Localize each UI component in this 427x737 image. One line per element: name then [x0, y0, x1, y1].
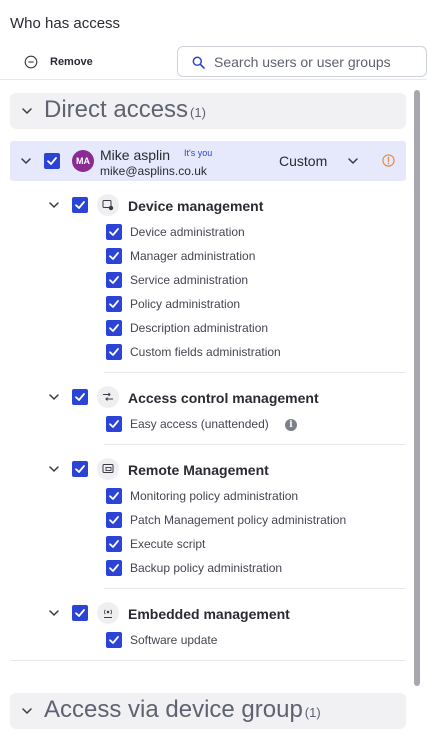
- permission-checkbox[interactable]: [106, 320, 122, 336]
- search-input[interactable]: [214, 52, 419, 72]
- its-you-badge: It's you: [184, 148, 213, 158]
- group-checkbox[interactable]: [72, 461, 88, 477]
- permission-checkbox[interactable]: [106, 416, 122, 432]
- direct-access-header[interactable]: Direct access (1): [10, 93, 406, 129]
- avatar: MA: [72, 150, 94, 172]
- check-icon: [109, 636, 119, 644]
- check-icon: [75, 609, 85, 617]
- group-title: Access control management: [128, 390, 319, 406]
- remove-button[interactable]: Remove: [24, 52, 93, 72]
- group-title: Remote Management: [128, 462, 269, 478]
- permission-checkbox[interactable]: [106, 248, 122, 264]
- permission-label: Policy administration: [130, 297, 241, 311]
- chevron-down-icon[interactable]: [48, 391, 60, 403]
- page-title: Who has access: [10, 15, 121, 32]
- permission-label: Execute script: [130, 537, 206, 551]
- check-icon: [109, 252, 119, 260]
- check-icon: [109, 228, 119, 236]
- check-icon: [109, 324, 119, 332]
- permission-checkbox[interactable]: [106, 344, 122, 360]
- chevron-down-icon: [22, 708, 32, 714]
- permission-label: Description administration: [130, 321, 269, 335]
- divider: [104, 444, 406, 445]
- permission-label: Patch Management policy administration: [130, 513, 347, 527]
- check-icon: [75, 201, 85, 209]
- permission-checkbox[interactable]: [106, 632, 122, 648]
- toolbar: Remove: [0, 44, 427, 80]
- group-checkbox[interactable]: [72, 197, 88, 213]
- remove-label: Remove: [50, 56, 93, 68]
- direct-access-count: (1): [190, 105, 206, 120]
- check-icon: [109, 516, 119, 524]
- permission-checkbox[interactable]: [106, 536, 122, 552]
- section-title: Direct access (1): [44, 96, 206, 124]
- user-email: mike@asplins.co.uk: [100, 164, 207, 178]
- device-group-access-header[interactable]: Access via device group (1): [10, 693, 406, 729]
- check-icon: [109, 348, 119, 356]
- permission-checkbox[interactable]: [106, 224, 122, 240]
- permission-label: Backup policy administration: [130, 561, 283, 575]
- search-box[interactable]: [177, 46, 427, 77]
- access-control-icon: [97, 386, 119, 408]
- permission-checkbox[interactable]: [106, 560, 122, 576]
- scrollbar-thumb[interactable]: [414, 90, 420, 686]
- device-group-access-count: (1): [304, 705, 321, 720]
- permission-checkbox[interactable]: [106, 512, 122, 528]
- check-icon: [109, 420, 119, 428]
- remote-management-icon: [97, 458, 119, 480]
- check-icon: [109, 276, 119, 284]
- permission-label: Service administration: [130, 273, 249, 287]
- device-management-icon: [97, 194, 119, 216]
- chevron-down-icon[interactable]: [48, 199, 60, 211]
- divider: [10, 660, 406, 661]
- group-checkbox[interactable]: [72, 389, 88, 405]
- permission-label: Software update: [130, 633, 218, 647]
- info-icon[interactable]: i: [285, 419, 297, 431]
- group-title: Embedded management: [128, 606, 290, 622]
- check-icon: [109, 492, 119, 500]
- direct-access-title: Direct access: [44, 96, 189, 123]
- permission-label: Manager administration: [130, 249, 256, 263]
- check-icon: [47, 157, 57, 165]
- check-icon: [75, 465, 85, 473]
- chevron-down-icon[interactable]: [48, 463, 60, 475]
- minus-circle-icon: [24, 55, 38, 69]
- permission-label: Easy access (unattended): [130, 417, 269, 431]
- group-title: Device management: [128, 198, 264, 214]
- user-name: Mike asplin: [100, 147, 171, 163]
- permission-checkbox[interactable]: [106, 272, 122, 288]
- check-icon: [109, 540, 119, 548]
- check-icon: [109, 300, 119, 308]
- section-title: Access via device group (1): [44, 696, 321, 724]
- divider: [104, 372, 406, 373]
- check-icon: [109, 564, 119, 572]
- chevron-down-icon[interactable]: [347, 155, 359, 167]
- user-row[interactable]: MA Mike asplin It's you mike@asplins.co.…: [10, 141, 406, 181]
- embedded-management-icon: [97, 602, 119, 624]
- group-checkbox[interactable]: [72, 605, 88, 621]
- device-group-access-title: Access via device group: [44, 696, 303, 723]
- permission-checkbox[interactable]: [106, 296, 122, 312]
- permission-label: Device administration: [130, 225, 245, 239]
- chevron-down-icon[interactable]: [20, 155, 32, 167]
- chevron-down-icon: [22, 108, 32, 114]
- permission-label: Monitoring policy administration: [130, 489, 299, 503]
- warning-icon[interactable]: [382, 154, 395, 167]
- permission-label: Custom fields administration: [130, 345, 281, 359]
- role-select[interactable]: Custom: [279, 153, 327, 169]
- search-icon: [192, 56, 205, 69]
- user-checkbox[interactable]: [44, 153, 60, 169]
- chevron-down-icon[interactable]: [48, 607, 60, 619]
- divider: [104, 588, 406, 589]
- permission-checkbox[interactable]: [106, 488, 122, 504]
- check-icon: [75, 393, 85, 401]
